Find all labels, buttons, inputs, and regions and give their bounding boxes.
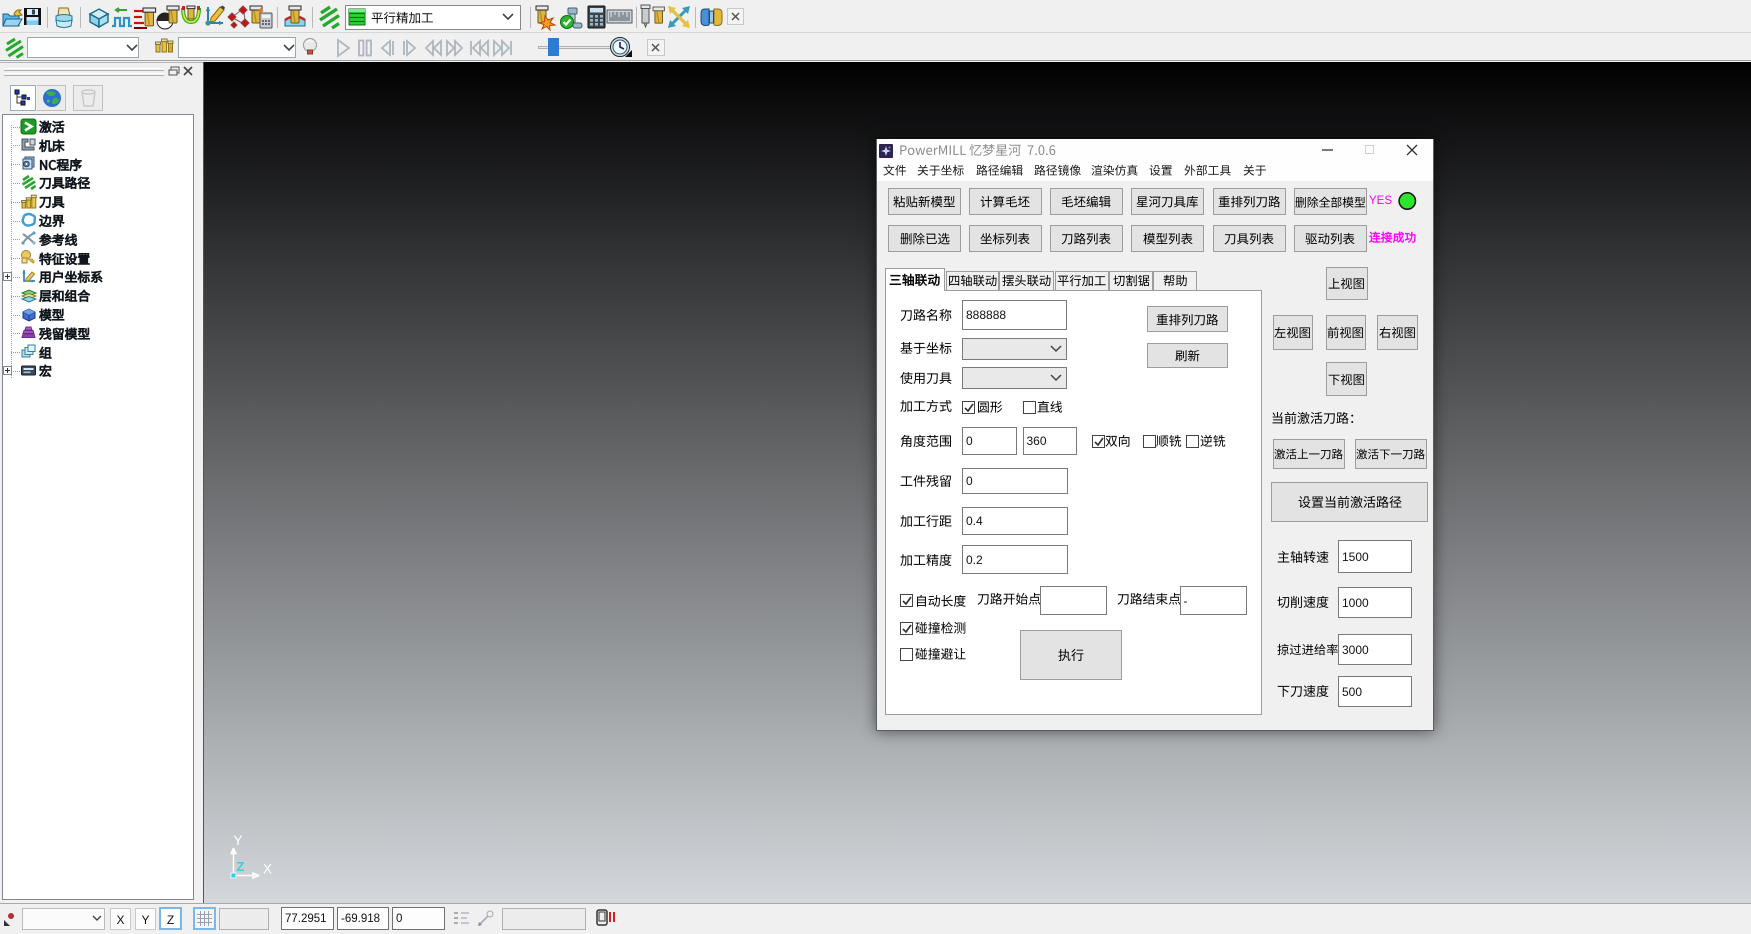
- svg-text:X: X: [263, 862, 272, 877]
- svg-text:Z: Z: [237, 859, 245, 874]
- svg-text:Y: Y: [233, 833, 242, 848]
